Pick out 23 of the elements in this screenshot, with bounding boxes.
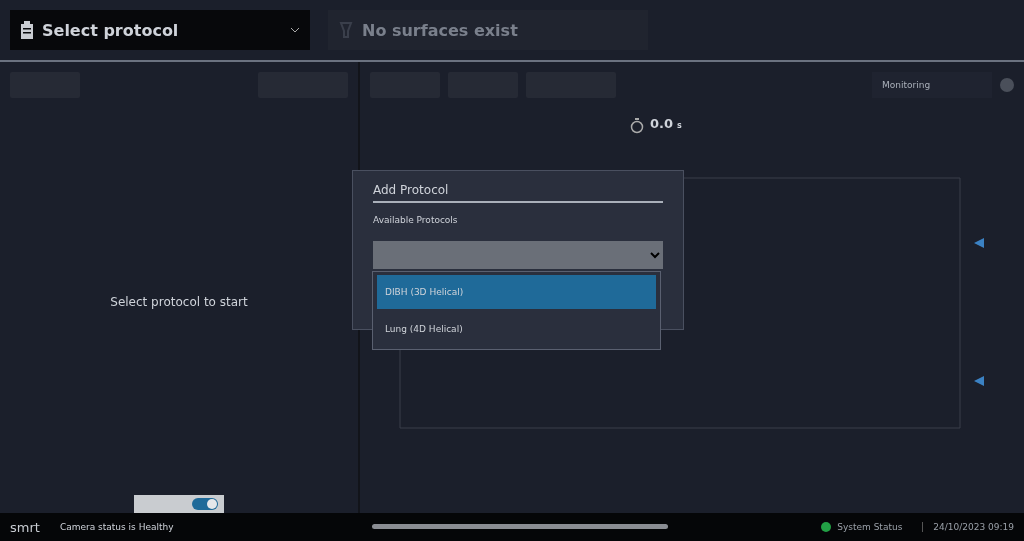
chevron-icon bbox=[290, 27, 300, 33]
protocol-select[interactable]: Select protocol bbox=[10, 10, 310, 50]
surface-select[interactable]: No surfaces exist bbox=[328, 10, 648, 50]
dropdown-option[interactable]: DIBH (3D Helical) bbox=[377, 275, 656, 309]
dialog-title: Add Protocol bbox=[373, 183, 663, 203]
datetime: 24/10/2023 09:19 bbox=[922, 522, 1014, 532]
status-dot-icon bbox=[1000, 78, 1014, 92]
dropdown-option[interactable]: Lung (4D Helical) bbox=[377, 312, 656, 346]
mode-label: Monitoring bbox=[872, 72, 992, 98]
marker-icon bbox=[974, 376, 984, 386]
logo: smrt bbox=[10, 519, 40, 535]
field-label: Available Protocols bbox=[373, 215, 459, 225]
empty-state-message: Select protocol to start bbox=[110, 294, 248, 309]
marker-icon bbox=[974, 238, 984, 248]
check-circle-icon bbox=[821, 522, 832, 532]
camera-status: Camera status is Healthy bbox=[59, 522, 174, 532]
toggle-switch[interactable] bbox=[134, 495, 224, 513]
system-status: System Status bbox=[837, 522, 903, 532]
timer-icon bbox=[630, 118, 644, 134]
protocol-dropdown[interactable] bbox=[373, 241, 663, 269]
timer-readout: 0.0 s bbox=[650, 116, 682, 131]
scrollbar[interactable] bbox=[372, 524, 668, 529]
clipboard-icon bbox=[20, 21, 34, 39]
